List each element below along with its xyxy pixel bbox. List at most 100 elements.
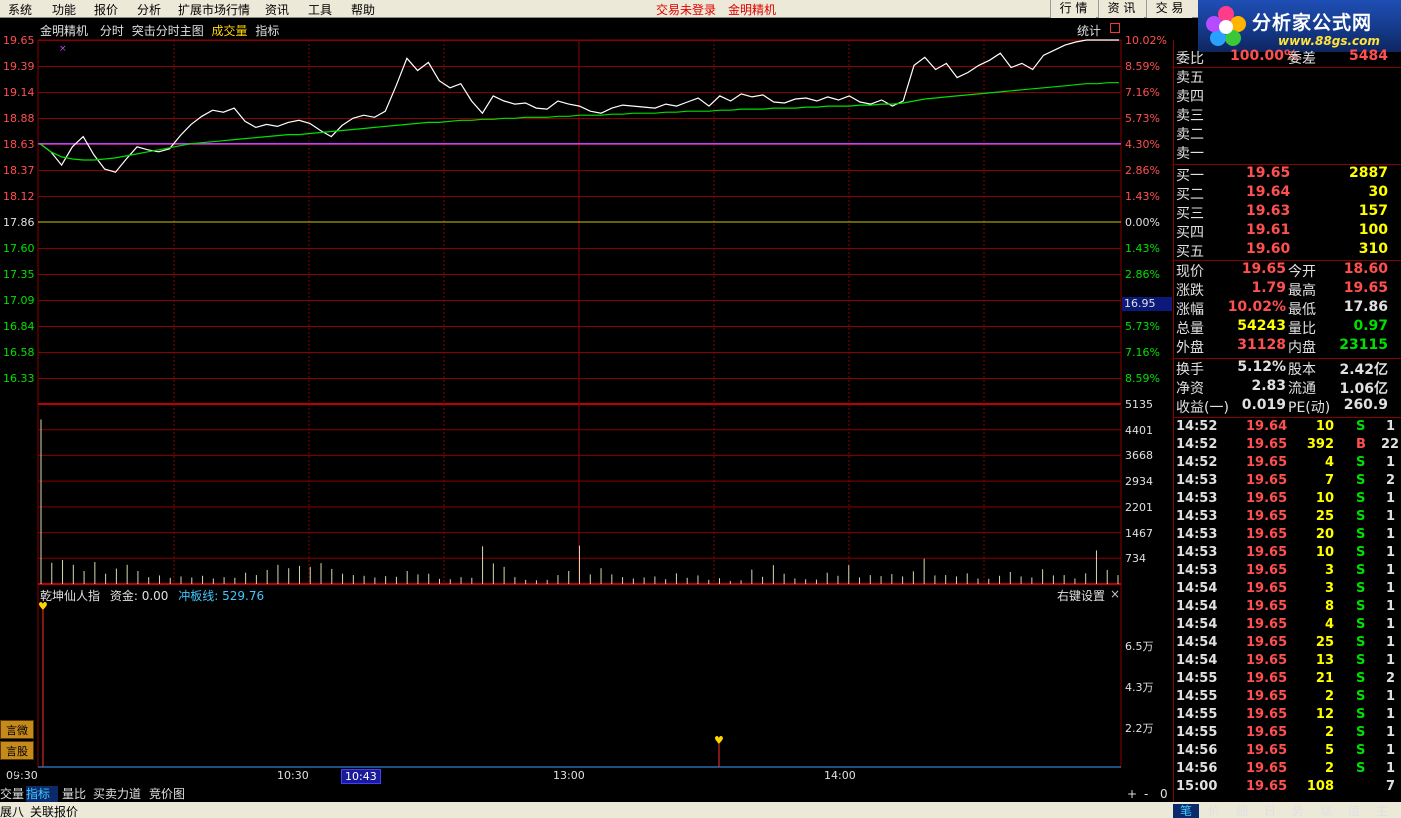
tick-count: 2	[1385, 473, 1395, 488]
bid-price: 19.61	[1246, 222, 1291, 238]
tick-volume: 7	[1324, 473, 1334, 488]
indicator-close-icon[interactable]: ×	[1110, 587, 1120, 601]
tick-price: 19.65	[1246, 473, 1288, 488]
stock-search-button[interactable]: 言股搜	[0, 741, 34, 777]
time-tick-label: 13:00	[553, 769, 585, 782]
tick-time: 14:54	[1176, 653, 1218, 668]
tick-time: 14:52	[1176, 419, 1218, 434]
stat-value: 17.86	[1343, 299, 1388, 315]
tick-count: 1	[1385, 563, 1395, 578]
stat-label: 现价	[1176, 264, 1204, 280]
percent-tick-label: 4.30%	[1125, 138, 1160, 151]
tick-volume: 21	[1315, 671, 1334, 686]
status-tab-related-quotes[interactable]: 关联报价	[30, 803, 78, 818]
tab-volume-ratio[interactable]: 量比	[62, 786, 90, 802]
tick-side: S	[1356, 545, 1366, 560]
price-tick-label: 17.60	[3, 242, 35, 255]
right-panel-tab[interactable]: 细	[1229, 804, 1255, 818]
tick-price: 19.65	[1246, 437, 1288, 452]
tab-indicator[interactable]: 指标	[26, 786, 58, 802]
tick-row: 14:55 19.65 21 S 2	[1176, 671, 1400, 689]
bid-row[interactable]: 买四 19.61 100	[1176, 222, 1398, 241]
zoom-out-button[interactable]: -	[1144, 786, 1156, 802]
tick-row: 14:54 19.65 3 S 1	[1176, 581, 1400, 599]
quote-stat-row: 现价 19.65 今开 18.60	[1176, 261, 1398, 280]
tick-time: 14:55	[1176, 689, 1218, 704]
right-panel-tab[interactable]: 联	[1313, 804, 1339, 818]
tick-time: 14:54	[1176, 581, 1218, 596]
tick-volume: 12	[1315, 707, 1334, 722]
order-diff-value: 5484	[1349, 48, 1388, 64]
percent-tick-label: 2.86%	[1125, 164, 1160, 177]
tick-count: 1	[1385, 635, 1395, 650]
right-panel-tab[interactable]: 值	[1341, 804, 1367, 818]
right-panel-tab[interactable]: 笔	[1173, 804, 1199, 818]
quote-stat-row: 涨幅 10.02% 最低 17.86	[1176, 299, 1398, 318]
tick-volume: 10	[1315, 419, 1334, 434]
limit-line-value: 529.76	[222, 589, 265, 603]
tick-count: 1	[1385, 527, 1395, 542]
price-tick-label: 18.88	[3, 112, 35, 125]
price-tick-label: 17.09	[3, 294, 35, 307]
tick-volume: 13	[1315, 653, 1334, 668]
right-panel-tab[interactable]: 价	[1201, 804, 1227, 818]
tick-row: 14:53 19.65 10 S 1	[1176, 491, 1400, 509]
bid-volume: 157	[1358, 203, 1388, 219]
right-panel-tab[interactable]: 日	[1257, 804, 1283, 818]
zoom-reset-button[interactable]: 0	[1160, 786, 1172, 802]
tick-time: 14:53	[1176, 545, 1218, 560]
tick-time: 14:56	[1176, 761, 1218, 776]
right-panel-tab[interactable]: 势	[1285, 804, 1311, 818]
tick-time: 14:54	[1176, 599, 1218, 614]
bid-price: 19.63	[1246, 203, 1291, 219]
percent-tick-label: 8.59%	[1125, 372, 1160, 385]
percent-tick-label: 7.16%	[1125, 86, 1160, 99]
price-tick-label: 16.84	[3, 320, 35, 333]
stat-value: 19.65	[1241, 261, 1286, 277]
percent-tick-label: 7.16%	[1125, 346, 1160, 359]
tick-side: S	[1356, 689, 1366, 704]
price-tick-label: 19.14	[3, 86, 35, 99]
tab-auction-chart[interactable]: 竞价图	[149, 786, 191, 802]
percent-tick-label: 5.73%	[1125, 320, 1160, 333]
tick-volume: 392	[1306, 437, 1334, 452]
zoom-in-button[interactable]: +	[1127, 786, 1139, 802]
bid-row[interactable]: 买三 19.63 157	[1176, 203, 1398, 222]
bid-row[interactable]: 买一 19.65 2887	[1176, 165, 1398, 184]
tick-count: 1	[1385, 617, 1395, 632]
price-tick-label: 19.39	[3, 60, 35, 73]
wechat-button[interactable]: 言微信	[0, 720, 34, 756]
status-tab-expand[interactable]: 展八	[0, 803, 24, 818]
stat-value: 23115	[1339, 337, 1388, 353]
bid-row[interactable]: 买二 19.64 30	[1176, 184, 1398, 203]
stat-label: 涨跌	[1176, 283, 1204, 299]
indicator-tabs: 交量 指标 量比 买卖力道 竞价图 + - 0	[0, 786, 1173, 802]
tick-count: 1	[1385, 509, 1395, 524]
tab-buy-sell-force[interactable]: 买卖力道	[93, 786, 145, 802]
tab-volume[interactable]: 交量	[0, 786, 24, 802]
right-panel-tab[interactable]: 主	[1369, 804, 1395, 818]
tick-volume: 25	[1315, 635, 1334, 650]
tick-volume: 20	[1315, 527, 1334, 542]
bid-label: 买一	[1176, 168, 1204, 184]
bid-row[interactable]: 买五 19.60 310	[1176, 241, 1398, 260]
volume-tick-label: 2201	[1125, 500, 1153, 514]
ask-row: 卖二	[1176, 124, 1398, 143]
stat-value: 54243	[1237, 318, 1286, 334]
volume-tick-label: 3668	[1125, 449, 1153, 463]
tick-time: 14:53	[1176, 509, 1218, 524]
tick-volume: 10	[1315, 545, 1334, 560]
tick-count: 7	[1385, 779, 1395, 794]
stat-value: 0.97	[1353, 318, 1388, 334]
tick-row: 14:52 19.65 4 S 1	[1176, 455, 1400, 473]
tick-price: 19.65	[1246, 455, 1288, 470]
tick-count: 1	[1385, 455, 1395, 470]
tick-price: 19.65	[1246, 563, 1288, 578]
bid-label: 买三	[1176, 206, 1204, 222]
fundamental-label: 股本	[1288, 362, 1316, 378]
stat-value: 1.79	[1251, 280, 1286, 296]
ask-label: 卖三	[1176, 108, 1204, 124]
quote-stat-row: 涨跌 1.79 最高 19.65	[1176, 280, 1398, 299]
bid-price: 19.65	[1246, 165, 1291, 181]
right-click-settings[interactable]: 右键设置	[1057, 587, 1105, 604]
